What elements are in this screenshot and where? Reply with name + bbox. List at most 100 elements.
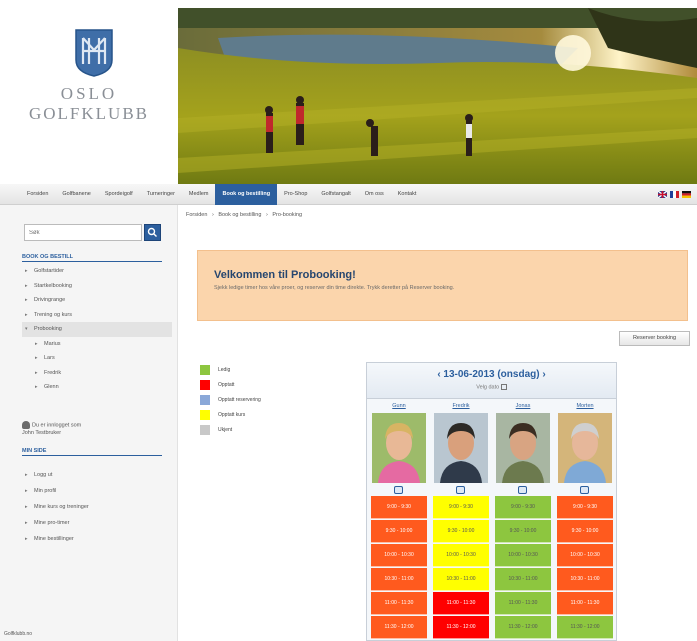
info-icon[interactable] [580,486,589,494]
pro-photo [434,413,488,483]
nav-item-om-oss[interactable]: Om oss [358,184,391,205]
nav-item-golfstangalt[interactable]: Golfstangalt [314,184,357,205]
login-status: Du er innlogget som John Testbruker [22,421,132,437]
sidebar-section-min-side: MIN SIDE [22,448,162,456]
time-slot[interactable]: 11:30 - 12:00 [495,616,551,639]
sidebar-item-drivingrange[interactable]: Drivingrange [22,293,172,308]
time-slot[interactable]: 11:00 - 11:30 [371,592,427,615]
time-slot[interactable]: 11:00 - 11:30 [433,592,489,615]
sidebar-item-min-profil[interactable]: Min profil [22,483,172,499]
pro-name-link[interactable]: Morten [555,403,615,409]
sidebar-subitem-lars[interactable]: Lars [22,351,172,366]
page: OSLO GOLFKLUBB Forsiden Golfbanene Spord… [0,0,697,641]
time-slot[interactable]: 10:00 - 10:30 [371,544,427,567]
date-picker-label[interactable]: Velg dato [367,384,616,390]
pro-name-link[interactable]: Gunn [369,403,429,409]
main-nav: Forsiden Golfbanene Spordeigolf Turnerin… [0,183,697,205]
pro-column: Fredrik 9:00 - 9:30 9:30 - 10:00 10:00 - 10… [431,401,491,640]
info-icon[interactable] [518,486,527,494]
login-note-user: John Testbruker [22,430,62,437]
pro-photo [496,413,550,483]
pro-name-link[interactable]: Jonas [493,403,553,409]
breadcrumb: Forsiden › Book og bestilling › Pro-book… [186,212,305,218]
info-icon[interactable] [456,486,465,494]
breadcrumb-book[interactable]: Book og bestilling [218,212,261,218]
pro-photo [372,413,426,483]
nav-item-kontakt[interactable]: Kontakt [391,184,424,205]
sidebar-item-mine-pro-timer[interactable]: Mine pro-timer [22,515,172,531]
language-flags [658,191,691,198]
club-logo[interactable]: OSLO GOLFKLUBB [0,0,178,184]
time-slot[interactable]: 10:30 - 11:00 [433,568,489,591]
logo-text-line2: GOLFKLUBB [28,104,149,123]
legend-row: Ledig [200,364,261,376]
sidebar-item-logg-ut[interactable]: Logg ut [22,467,172,483]
time-slot[interactable]: 9:00 - 9:30 [371,496,427,519]
time-slot[interactable]: 10:30 - 11:00 [495,568,551,591]
time-slot[interactable]: 9:00 - 9:30 [495,496,551,519]
time-slot[interactable]: 10:00 - 10:30 [557,544,613,567]
nav-item-forsiden[interactable]: Forsiden [20,184,55,205]
sidebar-item-golfstartider[interactable]: Golfstartider [22,264,172,279]
time-slot[interactable]: 11:00 - 11:30 [557,592,613,615]
time-slot[interactable]: 11:00 - 11:30 [495,592,551,615]
search-icon [147,227,157,237]
legend-swatch [200,410,210,420]
legend-swatch [200,425,210,435]
search-input[interactable] [24,224,142,241]
pro-photo [558,413,612,483]
french-flag-icon[interactable] [670,191,679,198]
sidebar: BOOK OG BESTILL Golfstartider Startkelbo… [0,205,178,641]
sidebar-item-mine-kurs[interactable]: Mine kurs og treninger [22,499,172,515]
welcome-title: Velkommen til Probooking! [214,269,356,281]
time-slot[interactable]: 10:30 - 11:00 [557,568,613,591]
nav-item-pro-shop[interactable]: Pro-Shop [277,184,314,205]
time-slot[interactable]: 11:30 - 12:00 [371,616,427,639]
breadcrumb-home[interactable]: Forsiden [186,212,207,218]
reserve-booking-button[interactable]: Reserver booking [619,331,690,346]
time-slot[interactable]: 9:30 - 10:00 [557,520,613,543]
legend-label: Opptatt reservering [218,397,261,403]
time-slot[interactable]: 9:30 - 10:00 [433,520,489,543]
legend-swatch [200,380,210,390]
nav-item-book-og-bestilling[interactable]: Book og bestilling [215,183,278,205]
legend-label: Opptatt kurs [218,412,246,418]
time-slot[interactable]: 10:00 - 10:30 [433,544,489,567]
breadcrumb-separator: › [265,212,268,218]
legend-swatch [200,365,210,375]
time-slot[interactable]: 9:30 - 10:00 [495,520,551,543]
pro-column: Jonas 9:00 - 9:30 9:30 - 10:00 10:00 - 10:3… [493,401,553,640]
pro-name-link[interactable]: Fredrik [431,403,491,409]
sidebar-item-probooking[interactable]: Probooking [22,322,172,337]
welcome-box: Velkommen til Probooking! Sjekk ledige t… [197,250,688,321]
welcome-text: Sjekk ledige timer hos våre proer, og re… [214,285,455,291]
nav-item-spordeigolf[interactable]: Spordeigolf [98,184,140,205]
info-icon[interactable] [394,486,403,494]
nav-item-golfbanene[interactable]: Golfbanene [55,184,97,205]
time-slot[interactable]: 10:00 - 10:30 [495,544,551,567]
nav-item-turneringer[interactable]: Turneringer [140,184,182,205]
time-slot[interactable]: 9:00 - 9:30 [557,496,613,519]
calendar-icon[interactable] [500,384,507,390]
date-title[interactable]: ‹ 13-06-2013 (onsdag) › [367,369,616,380]
sidebar-item-trening-og-kurs[interactable]: Trening og kurs [22,308,172,323]
sidebar-item-mine-bestillinger[interactable]: Mine bestillinger [22,531,172,547]
english-flag-icon[interactable] [658,191,667,198]
time-slot[interactable]: 11:30 - 12:00 [433,616,489,639]
crest-icon [75,29,113,77]
sidebar-item-startkelbooking[interactable]: Startkelbooking [22,279,172,294]
nav-item-medlem[interactable]: Medlem [182,184,216,205]
search-button[interactable] [144,224,161,241]
legend-swatch [200,395,210,405]
legend-row: Ukjent [200,424,261,436]
time-slot[interactable]: 9:30 - 10:00 [371,520,427,543]
pro-column: Morten 9:00 - 9:30 9:30 - 10:00 10:00 - 10:… [555,401,615,640]
sidebar-subitem-glenn[interactable]: Glenn [22,380,172,395]
time-slot[interactable]: 10:30 - 11:00 [371,568,427,591]
sidebar-book-list: Golfstartider Startkelbooking Drivingran… [22,264,172,395]
sidebar-subitem-marius[interactable]: Marius [22,337,172,352]
time-slot[interactable]: 11:30 - 12:00 [557,616,613,639]
german-flag-icon[interactable] [682,191,691,198]
sidebar-subitem-fredrik[interactable]: Fredrik [22,366,172,381]
time-slot[interactable]: 9:00 - 9:30 [433,496,489,519]
